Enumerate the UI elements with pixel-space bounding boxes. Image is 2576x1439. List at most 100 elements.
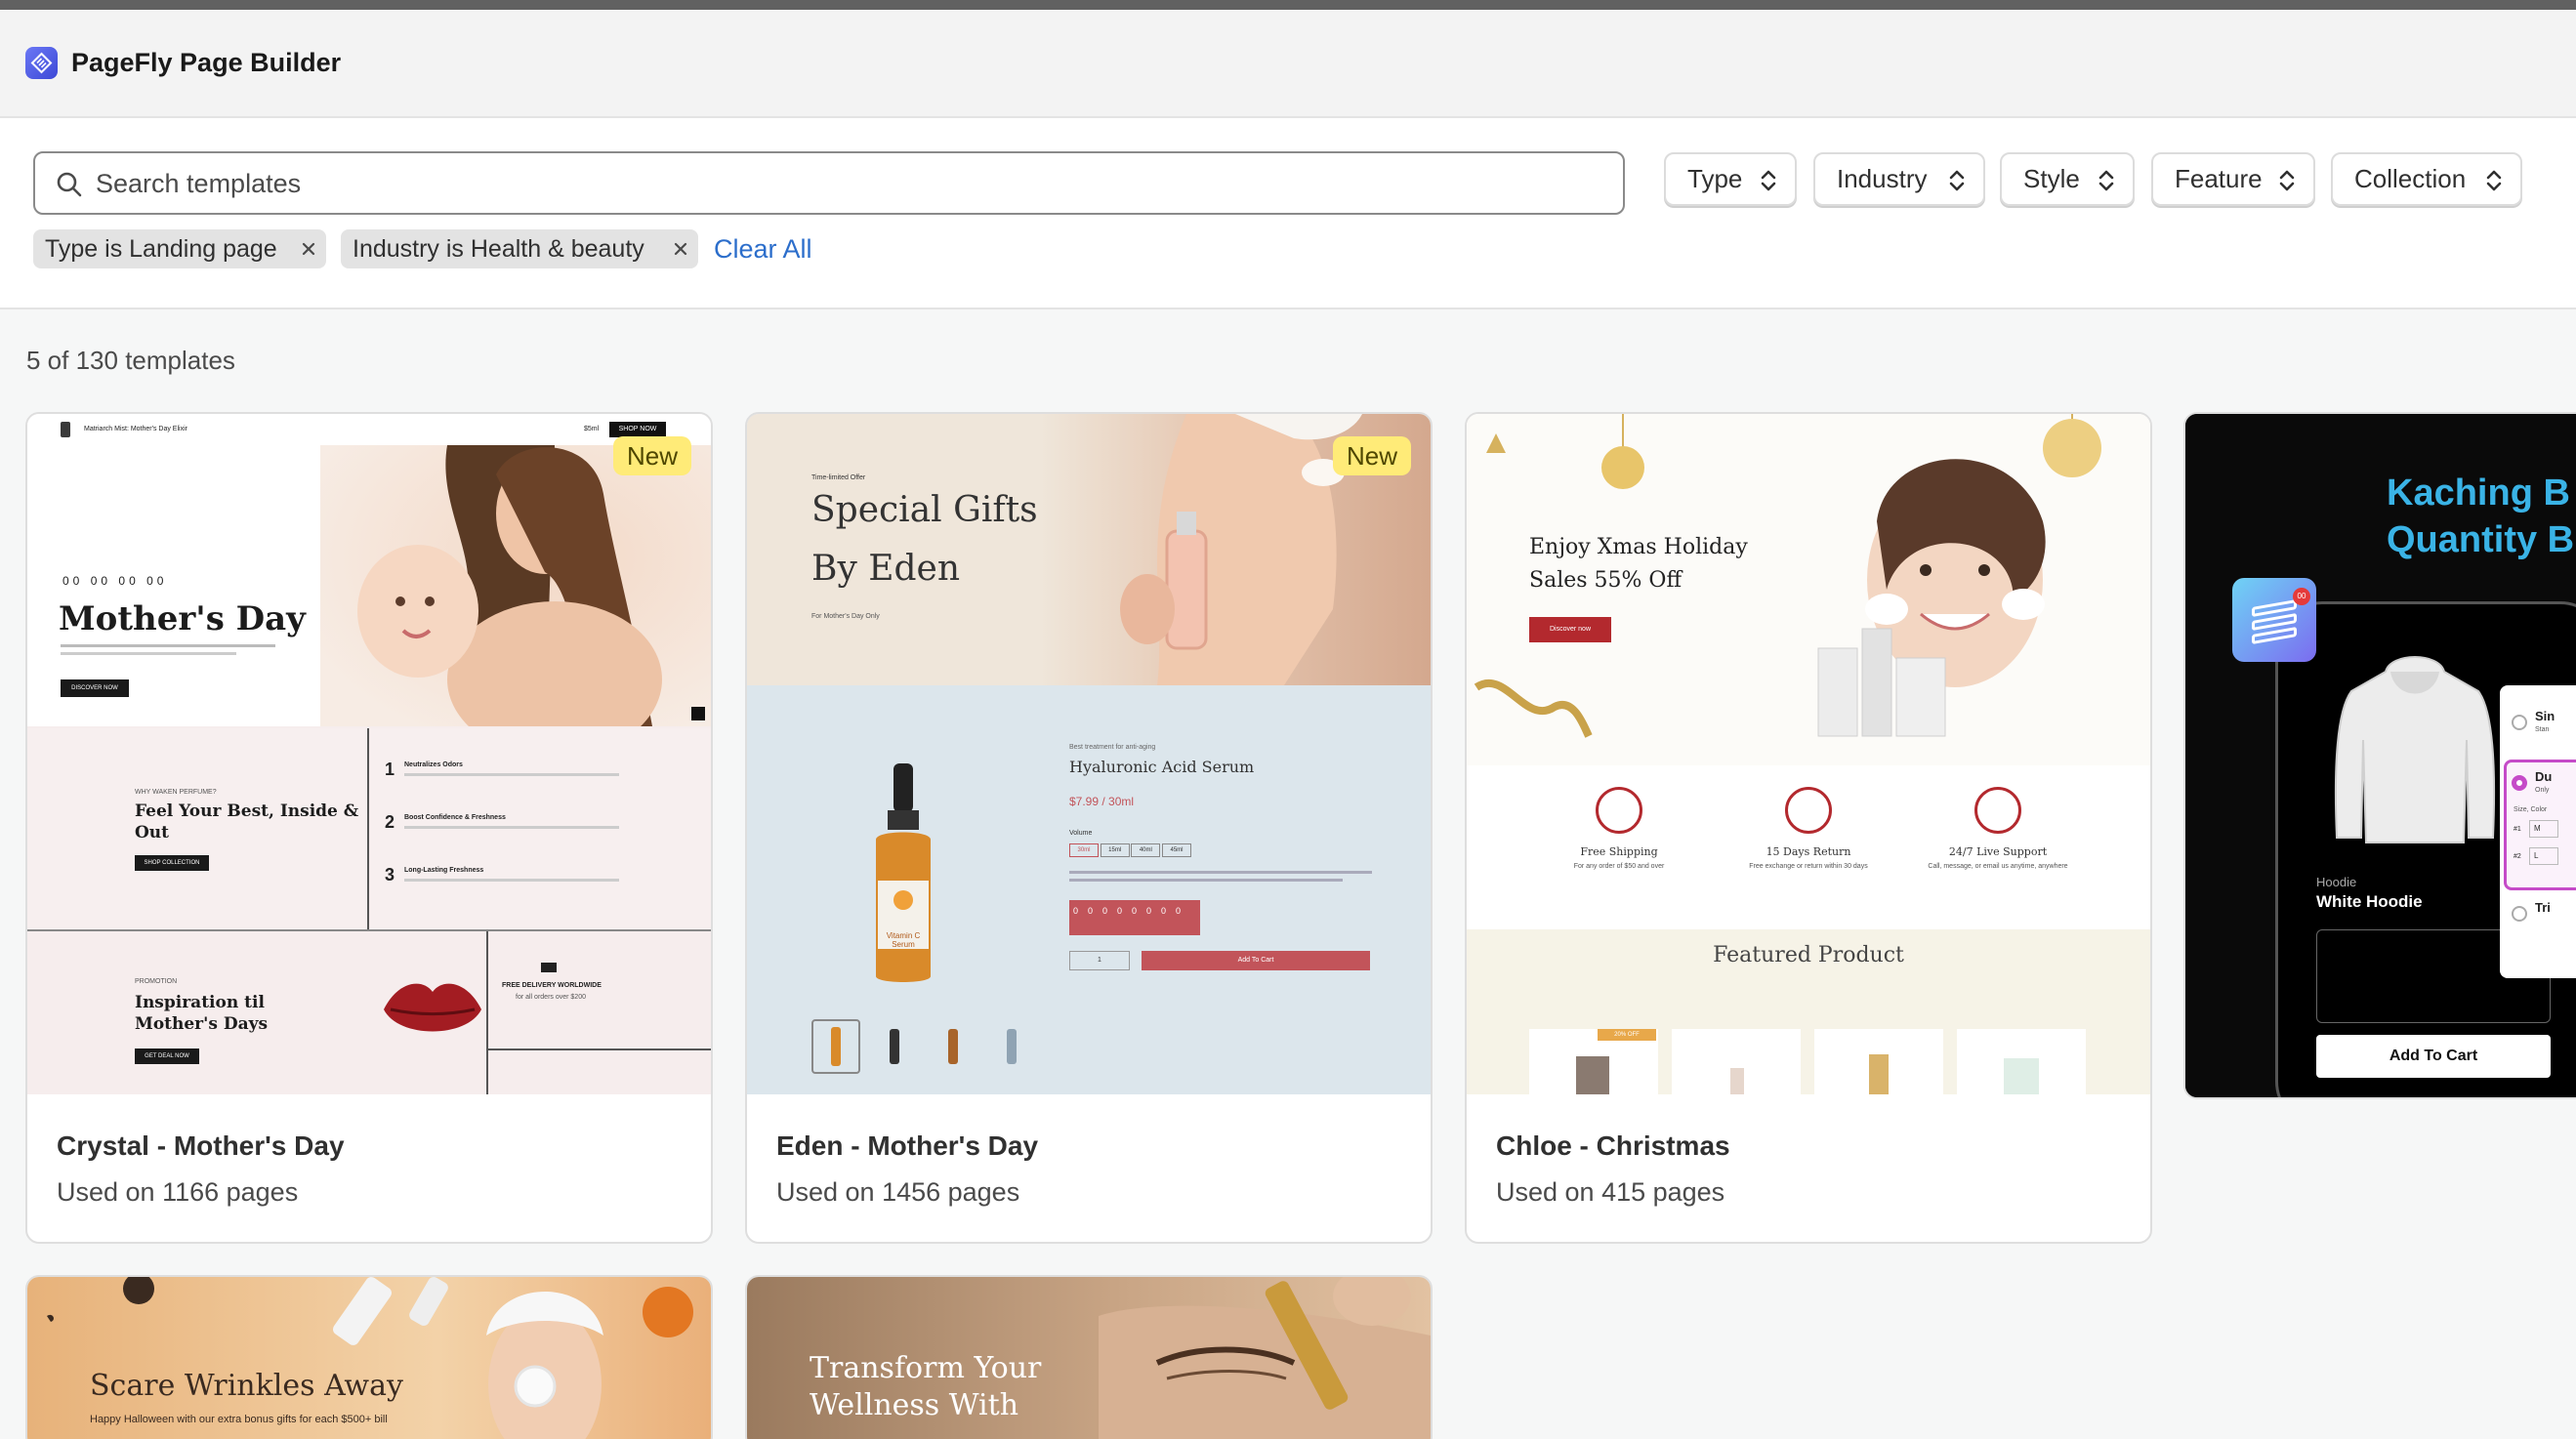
new-badge: New bbox=[612, 436, 691, 475]
template-name: Chloe - Christmas bbox=[1496, 1131, 1730, 1161]
product-image bbox=[1576, 1056, 1609, 1094]
filter-collection-button[interactable]: Collection bbox=[2331, 152, 2522, 206]
preview-countdown: 00 00 00 00 bbox=[62, 574, 168, 588]
template-usage: Used on 1166 pages bbox=[57, 1177, 299, 1207]
window-top-strip bbox=[0, 0, 2576, 10]
search-input[interactable] bbox=[96, 163, 1600, 204]
option-label: Du bbox=[2535, 769, 2553, 784]
thumbnail-bottle bbox=[1007, 1029, 1017, 1064]
filter-industry-label: Industry bbox=[1837, 164, 1928, 193]
row-label: #1 bbox=[2514, 826, 2521, 833]
preview-promo-cta: GET DEAL NOW bbox=[135, 1048, 199, 1064]
truck-icon bbox=[1596, 787, 1642, 834]
preview-delivery: FREE DELIVERY WORLDWIDE bbox=[502, 982, 602, 989]
thumbnail-bottle bbox=[948, 1029, 958, 1064]
preview-section2-eyebrow: WHY WAKEN PERFUME? bbox=[135, 789, 217, 796]
preview-subline: Happy Halloween with our extra bonus gif… bbox=[90, 1414, 388, 1425]
template-card-eden[interactable]: Time-limited Offer Special Gifts By Eden… bbox=[745, 412, 1433, 1244]
template-card-crystal[interactable]: Matriarch Mist: Mother's Day Elixir $5ml… bbox=[25, 412, 713, 1244]
white-hoodie-image bbox=[2334, 656, 2496, 843]
preview-countdown: 00000000 bbox=[1069, 900, 1200, 935]
feature-title: 15 Days Return bbox=[1766, 845, 1851, 858]
radio-selected bbox=[2512, 775, 2527, 791]
template-preview-halloween: Scare Wrinkles Away Happy Halloween with… bbox=[27, 1277, 711, 1439]
bottle-icon bbox=[61, 422, 70, 437]
app-title: PageFly Page Builder bbox=[71, 48, 342, 77]
app-header: PageFly Page Builder bbox=[0, 10, 2576, 118]
divider bbox=[486, 931, 488, 1094]
option-label: Sin bbox=[2535, 709, 2555, 723]
sort-chevron-icon bbox=[2486, 170, 2502, 191]
template-card-wellness[interactable]: Transform Your Wellness With bbox=[745, 1275, 1433, 1439]
option-sub: Only bbox=[2535, 787, 2550, 794]
preview-hero: Enjoy Xmas Holiday Sales 55% Off Discove… bbox=[1467, 414, 2150, 765]
size-select: M bbox=[2529, 820, 2558, 838]
clear-all-link[interactable]: Clear All bbox=[714, 234, 812, 265]
filter-style-button[interactable]: Style bbox=[2000, 152, 2135, 206]
preview-price: $5ml bbox=[584, 426, 600, 432]
headset-icon bbox=[1974, 787, 2021, 834]
template-name: Crystal - Mother's Day bbox=[57, 1131, 345, 1161]
template-card-halloween[interactable]: Scare Wrinkles Away Happy Halloween with… bbox=[25, 1275, 713, 1439]
radio-option bbox=[2512, 906, 2527, 922]
remove-filter-close-icon[interactable] bbox=[301, 241, 316, 257]
filter-type-button[interactable]: Type bbox=[1664, 152, 1797, 206]
preview-promo-eyebrow: PROMOTION bbox=[135, 978, 178, 985]
preview-product: Vitamin C Serum Best treatment for anti-… bbox=[747, 685, 1431, 1094]
option-sub: Stan bbox=[2535, 726, 2550, 733]
feature-title: 24/7 Live Support bbox=[1948, 845, 2048, 858]
preview-shop-now: SHOP NOW bbox=[609, 422, 666, 437]
preview-product-name: White Hoodie bbox=[2316, 892, 2423, 911]
serum-bottle-image bbox=[876, 763, 931, 982]
sort-chevron-icon bbox=[1949, 170, 1965, 191]
radio-option bbox=[2512, 715, 2527, 730]
preview-hero: 00 00 00 00 Mother's Day DISCOVER NOW bbox=[27, 445, 711, 726]
template-card-chloe[interactable]: Enjoy Xmas Holiday Sales 55% Off Discove… bbox=[1465, 412, 2152, 1244]
preview-featured: Featured Product 20% OFF bbox=[1467, 929, 2150, 1094]
applied-filter-chip-type: Type is Landing page bbox=[33, 229, 326, 268]
results-count: 5 of 130 templates bbox=[26, 346, 235, 375]
bottle-label: Vitamin C Serum bbox=[886, 931, 921, 949]
preview-volume-label: Volume bbox=[1069, 830, 1093, 837]
refresh-icon bbox=[1785, 787, 1832, 834]
preview-price: $7.99 / 30ml bbox=[1069, 795, 1135, 808]
preview-headline-2: By Eden bbox=[811, 549, 961, 589]
preview-subline: For Mother's Day Only bbox=[811, 613, 880, 620]
product-image bbox=[2004, 1058, 2039, 1094]
sort-chevron-icon bbox=[2098, 170, 2114, 191]
filter-industry-button[interactable]: Industry bbox=[1813, 152, 1985, 206]
text-line bbox=[61, 644, 275, 647]
thumbnail-bottle bbox=[890, 1029, 899, 1064]
product-tile bbox=[1957, 1029, 2086, 1094]
preview-section2-title: Feel Your Best, Inside & Out bbox=[135, 802, 359, 843]
sale-tag: 20% OFF bbox=[1598, 1029, 1656, 1041]
feature-sub: Call, message, or email us anytime, anyw… bbox=[1928, 863, 2068, 870]
size-select: L bbox=[2529, 847, 2558, 865]
preview-benefits: 1 Neutralizes Odors 2 Boost Confidence &… bbox=[371, 728, 711, 929]
preview-qty: 1 bbox=[1069, 951, 1130, 970]
sort-chevron-icon bbox=[2279, 170, 2295, 191]
remove-filter-close-icon[interactable] bbox=[673, 241, 688, 257]
template-preview-kaching: Kaching B Quantity B 00 Hoodie White Hoo… bbox=[2185, 414, 2576, 1097]
preview-headline-1: Enjoy Xmas Holiday bbox=[1529, 535, 1748, 559]
preview-featured-title: Featured Product bbox=[1713, 943, 1904, 967]
preview-promo: PROMOTION Inspiration til Mother's Days … bbox=[27, 931, 711, 1094]
preview-product-eyebrow: Hoodie bbox=[2316, 875, 2357, 889]
template-preview-crystal: Matriarch Mist: Mother's Day Elixir $5ml… bbox=[27, 414, 711, 1094]
preview-delivery-sub: for all orders over $200 bbox=[516, 994, 586, 1001]
chip-label: Type is Landing page bbox=[45, 235, 277, 263]
preview-headline-2: Wellness With bbox=[810, 1388, 1019, 1422]
benefit-number: 1 bbox=[385, 760, 395, 779]
text-line bbox=[404, 773, 619, 776]
text-line bbox=[404, 879, 619, 882]
preview-hero: Time-limited Offer Special Gifts By Eden… bbox=[747, 414, 1431, 685]
search-box[interactable] bbox=[33, 151, 1625, 215]
size-color-label: Size, Color bbox=[2514, 806, 2548, 813]
chip-label: Industry is Health & beauty bbox=[353, 235, 644, 263]
benefit-number: 3 bbox=[385, 865, 395, 884]
filter-feature-button[interactable]: Feature bbox=[2151, 152, 2315, 206]
template-card-kaching[interactable]: Kaching B Quantity B 00 Hoodie White Hoo… bbox=[2183, 412, 2576, 1099]
preview-headline-2: Quantity B bbox=[2387, 519, 2575, 560]
feature-sub: For any order of $50 and over bbox=[1573, 863, 1665, 870]
preview-cta: DISCOVER NOW bbox=[61, 679, 129, 697]
